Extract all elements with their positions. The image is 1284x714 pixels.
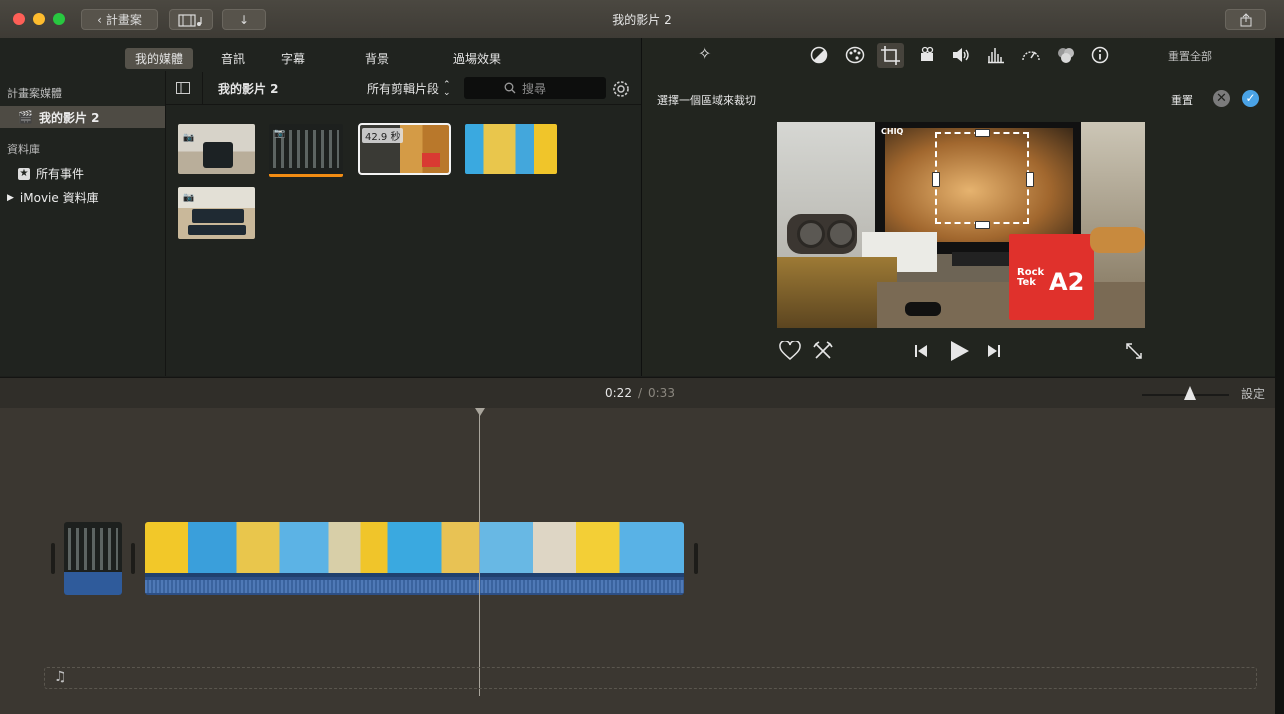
skip-forward-icon[interactable]: [986, 343, 1002, 359]
filter-circles-icon[interactable]: [1056, 46, 1076, 64]
playhead[interactable]: [479, 408, 480, 696]
sidebar-toggle-icon[interactable]: [176, 82, 190, 97]
search-placeholder: 搜尋: [522, 81, 547, 96]
checkmark-icon: ✓: [1245, 91, 1256, 105]
search-input[interactable]: 搜尋: [464, 77, 606, 99]
close-icon: ✕: [1216, 91, 1227, 106]
color-balance-icon[interactable]: [810, 46, 828, 64]
play-icon[interactable]: [948, 340, 970, 362]
share-button[interactable]: [1225, 9, 1266, 30]
background-music-well[interactable]: ♫: [44, 667, 1257, 689]
sidebar-item-imovie-library[interactable]: ▶ iMovie 資料庫: [7, 189, 99, 206]
window-title: 我的影片 2: [612, 13, 672, 27]
timeline-clip-photo[interactable]: [64, 522, 122, 595]
clip-trim-handle[interactable]: [694, 543, 698, 574]
libraries-heading: 資料庫: [7, 143, 40, 156]
clip-thumbnail[interactable]: 📷: [269, 124, 343, 177]
browser-title: 我的影片 2: [218, 82, 279, 96]
music-note-icon: ♫: [54, 669, 67, 685]
crop-handle[interactable]: [932, 172, 940, 187]
current-time: 0:22: [605, 386, 632, 400]
apply-crop-button[interactable]: ✓: [1242, 90, 1259, 107]
toolbar-separator: [202, 72, 203, 104]
speed-gauge-icon[interactable]: [1021, 46, 1041, 64]
crop-tool-button[interactable]: [877, 43, 904, 68]
crop-handle[interactable]: [975, 221, 990, 229]
tab-audio[interactable]: 音訊: [211, 48, 255, 69]
timeline-clip-video[interactable]: [145, 522, 684, 595]
sidebar-item-all-events[interactable]: ★ 所有事件: [18, 165, 84, 182]
clip-filter-label: 所有剪輯片段: [367, 82, 440, 96]
reset-all-button[interactable]: 重置全部: [1168, 48, 1212, 64]
tab-transitions[interactable]: 過場效果: [443, 48, 511, 69]
camera-icon: 📷: [183, 193, 195, 203]
camera-icon: 📷: [183, 133, 195, 143]
magic-wand-icon[interactable]: ✧: [698, 44, 711, 63]
palette-icon[interactable]: [845, 46, 865, 64]
sidebar-item-my-movie[interactable]: 🎬 我的影片 2: [0, 106, 165, 128]
clip-thumbnail[interactable]: 📷: [178, 187, 255, 239]
clapper-icon: 🎬: [18, 110, 33, 124]
zoom-slider-thumb[interactable]: [1183, 386, 1196, 400]
crop-icon: [881, 46, 900, 65]
video-viewer[interactable]: CHIQ Rock Tek A2: [777, 122, 1145, 328]
search-icon: [504, 82, 516, 94]
timecode-display: 0:22 / 0:33: [605, 386, 675, 400]
clip-thumbnail[interactable]: [465, 124, 557, 174]
tab-my-media[interactable]: 我的媒體: [125, 48, 194, 69]
crop-rectangle[interactable]: [935, 132, 1029, 224]
clip-filter-popup[interactable]: 所有剪輯片段 ⌃ ⌄: [367, 80, 451, 97]
clip-thumbnail[interactable]: 📷: [178, 124, 255, 174]
volume-icon[interactable]: [951, 46, 971, 64]
project-media-heading: 計畫案媒體: [7, 87, 62, 100]
stabilization-camera-icon[interactable]: [918, 46, 936, 64]
equalizer-icon[interactable]: [987, 46, 1005, 64]
info-icon[interactable]: [1091, 46, 1109, 64]
share-icon: [1240, 12, 1251, 26]
disclosure-triangle-icon: ▶: [7, 192, 14, 203]
cancel-crop-button[interactable]: ✕: [1213, 90, 1230, 107]
gear-icon[interactable]: [611, 79, 631, 102]
sidebar-item-label: iMovie 資料庫: [19, 191, 99, 205]
timeline-settings-button[interactable]: 設定: [1241, 385, 1265, 402]
camera-icon: 📷: [274, 129, 286, 139]
crop-instruction: 選擇一個區域來裁切: [657, 94, 756, 107]
window-edge: [1275, 38, 1284, 714]
reject-x-icon[interactable]: [813, 341, 833, 361]
crop-handle[interactable]: [1026, 172, 1034, 187]
reset-button[interactable]: 重置: [1171, 92, 1193, 108]
sidebar-item-label: 我的影片 2: [38, 110, 100, 125]
tab-backgrounds[interactable]: 背景: [355, 48, 399, 69]
fullscreen-icon[interactable]: [1124, 341, 1144, 361]
updown-chevron-icon: ⌃ ⌄: [443, 79, 451, 98]
time-separator: /: [637, 386, 642, 400]
crop-handle[interactable]: [975, 129, 990, 137]
total-time: 0:33: [648, 386, 675, 400]
tab-titles[interactable]: 字幕: [271, 48, 315, 69]
tv-brand-label: CHIQ: [881, 127, 904, 136]
sidebar-item-label: 所有事件: [36, 167, 85, 181]
star-icon: ★: [18, 167, 30, 180]
clip-trim-handle[interactable]: [51, 543, 55, 574]
clip-thumbnail-selected[interactable]: 42.9 秒: [358, 123, 451, 175]
playhead-marker[interactable]: [475, 408, 485, 416]
clip-trim-handle[interactable]: [131, 543, 135, 574]
skip-back-icon[interactable]: [913, 343, 929, 359]
clip-duration-badge: 42.9 秒: [362, 128, 404, 143]
box-model-text: A2: [1049, 268, 1085, 296]
favorite-heart-icon[interactable]: [779, 341, 801, 361]
box-brand-text-2: Tek: [1017, 277, 1036, 288]
